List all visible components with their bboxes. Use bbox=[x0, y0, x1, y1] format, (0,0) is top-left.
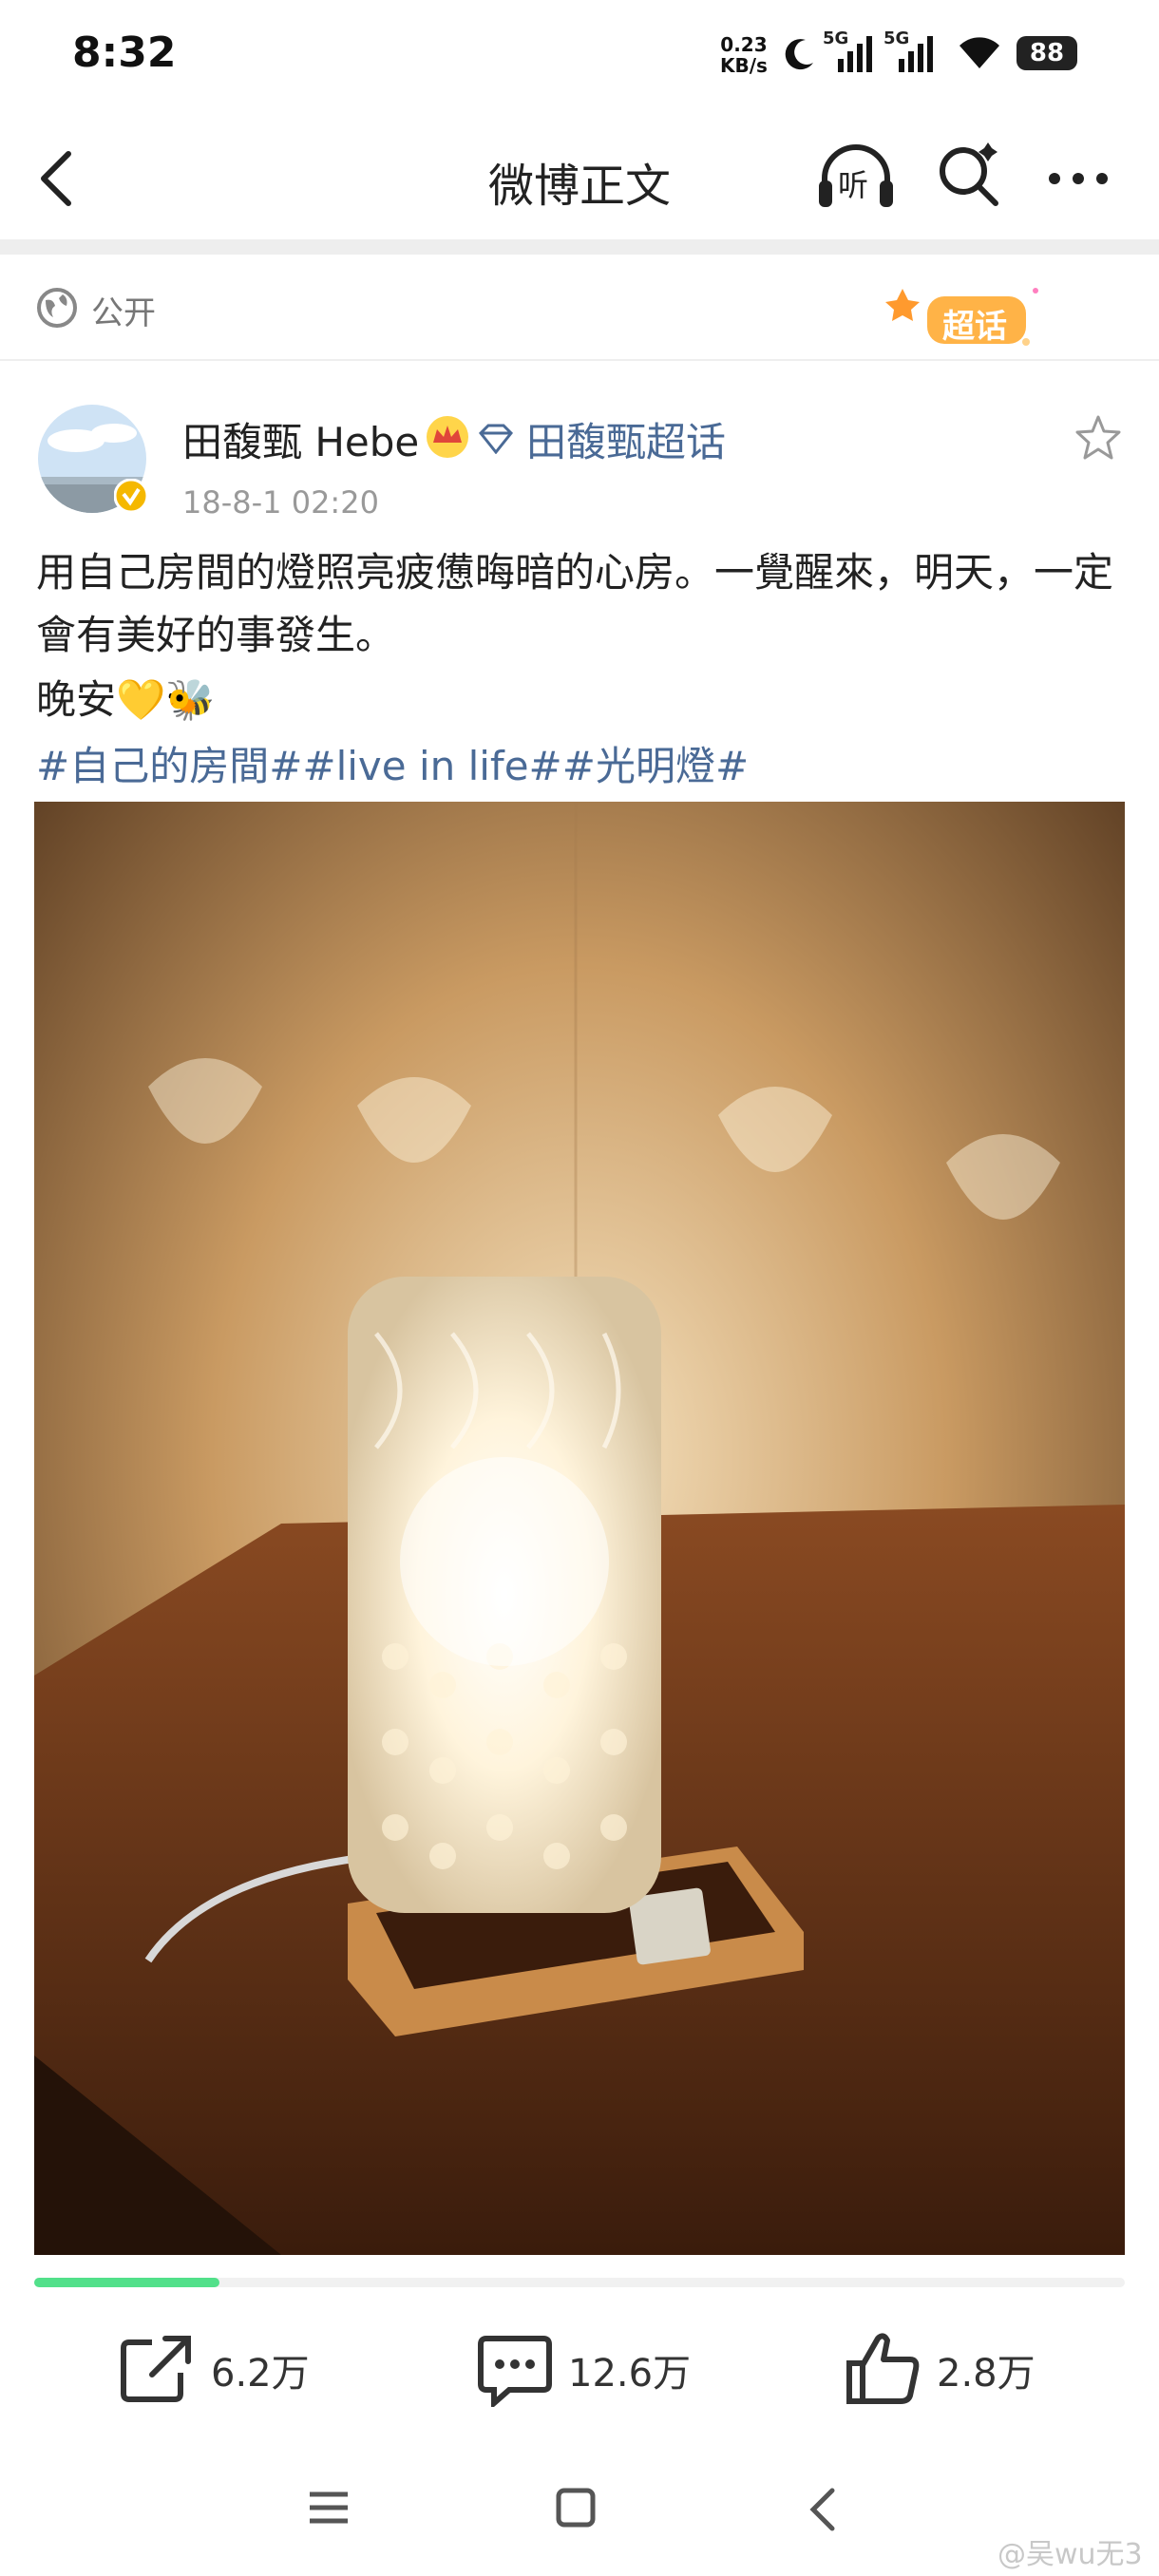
crown-icon bbox=[427, 416, 468, 458]
verified-badge-icon bbox=[114, 479, 148, 513]
globe-icon bbox=[37, 288, 77, 328]
post-photo[interactable] bbox=[34, 802, 1125, 2255]
moon-icon bbox=[785, 39, 813, 70]
comment-count: 12.6万 bbox=[568, 2352, 692, 2396]
signal-icon bbox=[838, 36, 872, 72]
diamond-icon bbox=[478, 424, 514, 454]
visibility-label: 公开 bbox=[91, 294, 156, 332]
thumbs-up-icon bbox=[846, 2333, 920, 2404]
like-count: 2.8万 bbox=[937, 2352, 1036, 2396]
post-time: 18-8-1 02:20 bbox=[182, 484, 379, 521]
divider bbox=[0, 239, 1159, 255]
post-greeting: 晚安💛🐝 bbox=[36, 676, 216, 723]
wifi-icon bbox=[960, 37, 999, 68]
super-topic-link[interactable]: 田馥甄超话 bbox=[526, 410, 726, 468]
photo-progress-fill bbox=[34, 2278, 219, 2287]
post-text: 用自己房間的燈照亮疲憊晦暗的心房。一覺醒來，明天，一定會有美好的事發生。 bbox=[36, 549, 1114, 658]
back-chevron-icon[interactable] bbox=[806, 2487, 840, 2532]
author-name[interactable]: 田馥甄 Hebe bbox=[182, 410, 419, 468]
post-hashtags[interactable]: #自己的房間##live in life##光明燈# bbox=[36, 735, 749, 798]
home-square-icon[interactable] bbox=[555, 2487, 597, 2529]
lamp-photo bbox=[34, 802, 1125, 2255]
favorite-star-icon[interactable] bbox=[1074, 414, 1123, 462]
repost-count: 6.2万 bbox=[211, 2352, 310, 2396]
super-topic-badge[interactable]: 超话 bbox=[884, 281, 1054, 353]
comment-icon bbox=[478, 2336, 552, 2407]
more-icon[interactable] bbox=[1045, 167, 1112, 190]
battery-icon: 88 bbox=[1016, 36, 1077, 70]
status-time: 8:32 bbox=[72, 28, 177, 77]
listen-button[interactable]: 听 bbox=[815, 142, 897, 215]
watermark: @吴wu无3 bbox=[998, 2538, 1143, 2571]
menu-icon[interactable] bbox=[308, 2489, 350, 2527]
repost-icon bbox=[121, 2336, 191, 2402]
network-speed: 0.23 KB/s bbox=[720, 33, 768, 77]
signal-icon bbox=[899, 36, 933, 72]
search-icon[interactable] bbox=[935, 142, 1003, 211]
